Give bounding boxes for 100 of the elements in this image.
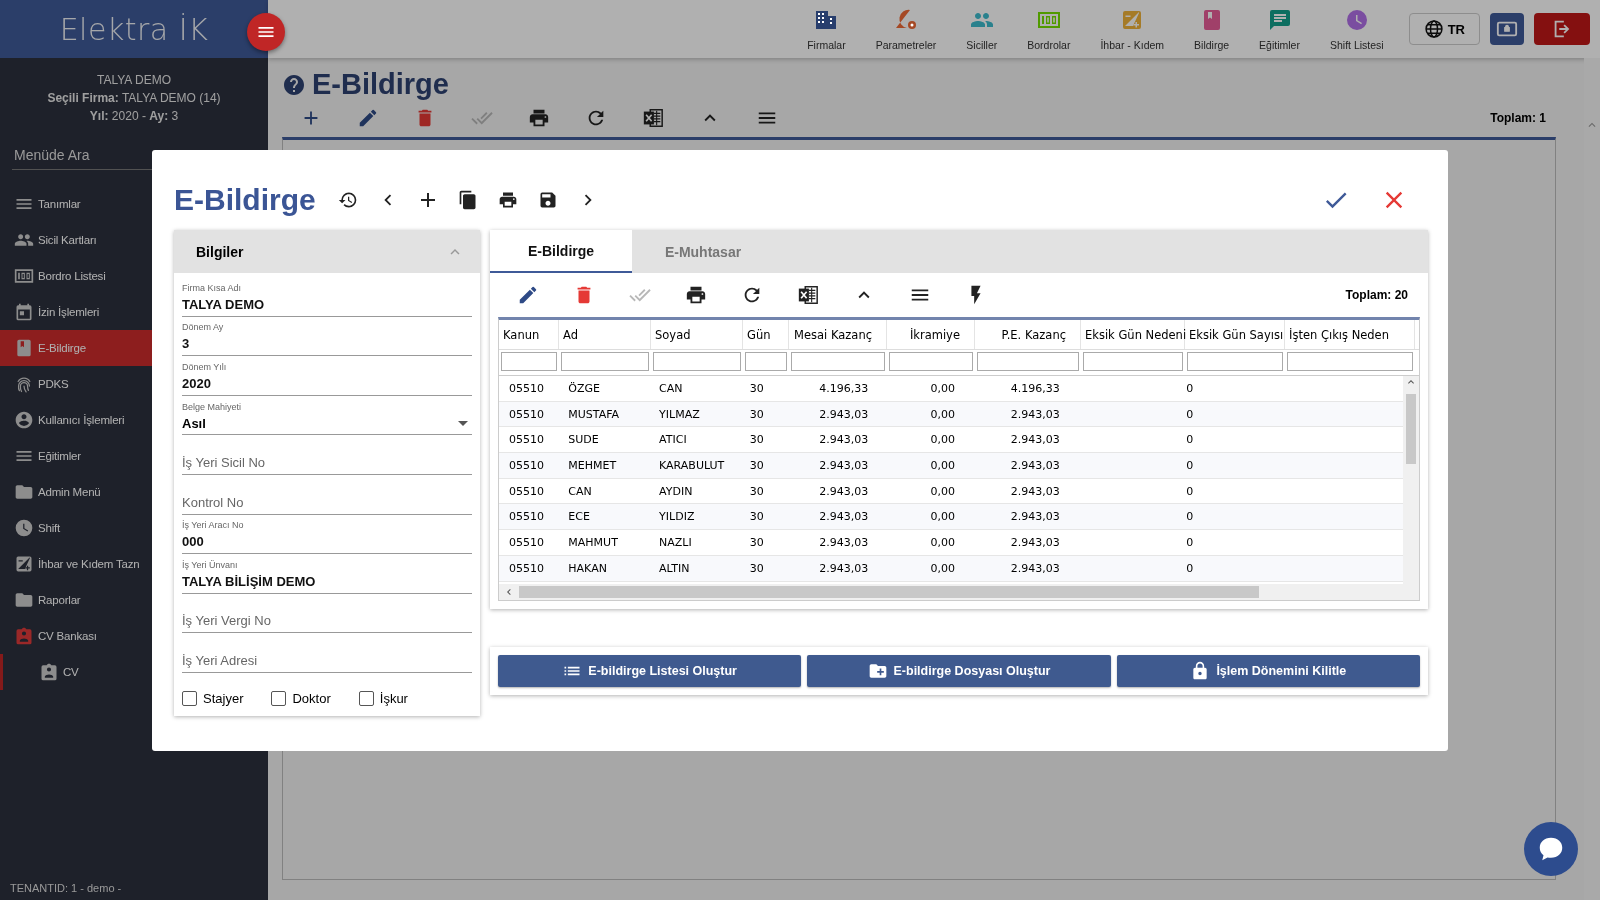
table-cell: 0 — [1186, 535, 1194, 549]
filter-field[interactable] — [791, 352, 885, 371]
checkbox[interactable] — [271, 690, 287, 706]
nav-item[interactable]: Bildirge — [1179, 7, 1245, 51]
action-button[interactable]: İşlem Dönemini Kilitle — [1116, 655, 1420, 687]
select-field[interactable]: Asıl — [182, 414, 472, 436]
table-cell: 0 — [1186, 510, 1194, 524]
copy-icon[interactable] — [457, 190, 478, 210]
nav-item[interactable]: Firmalar — [792, 7, 861, 51]
table-cell: 2.943,03 — [1010, 510, 1060, 524]
nav-item[interactable]: Eğitimler — [1244, 7, 1315, 51]
input-field[interactable]: İş Yeri Adresi — [182, 650, 472, 673]
table-cell: 0 — [1186, 484, 1194, 498]
badge-icon — [14, 626, 34, 646]
column-header[interactable]: Mesai Kazanç — [794, 327, 872, 342]
input-field[interactable]: 3 — [182, 334, 472, 357]
selected-company: Seçili Firma: TALYA DEMO (14) — [46, 90, 222, 107]
globe-icon — [1423, 19, 1444, 39]
filter-field[interactable] — [1083, 352, 1183, 371]
period-info: Yıl: 2020 - Ay: 3 — [88, 108, 180, 125]
calendar-icon — [14, 302, 34, 322]
horizontal-scrollbar[interactable] — [499, 584, 1419, 600]
chat-button[interactable] — [1524, 822, 1578, 876]
column-header[interactable]: İkramiye — [909, 327, 960, 342]
table-cell: 30 — [749, 510, 764, 524]
vertical-scrollbar[interactable] — [1403, 376, 1419, 584]
badge-icon — [39, 662, 59, 682]
table-cell: KARABULUT — [659, 458, 725, 472]
input-field[interactable]: İş Yeri Sicil No — [182, 452, 472, 475]
column-header[interactable]: Eksik Gün Nedeni — [1085, 327, 1187, 342]
table-cell: 30 — [749, 381, 764, 395]
spreadsheet-icon[interactable] — [641, 107, 664, 129]
print-icon[interactable] — [527, 107, 550, 129]
column-header[interactable]: Soyad — [655, 327, 691, 342]
filter-field[interactable] — [1287, 352, 1413, 371]
nav-item[interactable]: Bordrolar — [1012, 7, 1086, 51]
app-logo: Elektra İK — [59, 11, 209, 47]
column-header[interactable]: P.E. Kazanç — [1001, 327, 1066, 342]
tenant-info: TENANTID: 1 - demo - — [9, 882, 123, 896]
table-cell: YILDIZ — [659, 510, 695, 524]
action-button[interactable]: E-bildirge Dosyası Oluştur — [807, 655, 1111, 687]
column-header[interactable]: Kanun — [503, 327, 540, 342]
folder-icon — [14, 482, 34, 502]
checkbox[interactable] — [182, 690, 197, 706]
table-cell: ÖZGE — [568, 381, 600, 395]
checkbox[interactable] — [358, 690, 374, 706]
nav-item[interactable]: Parametreler — [860, 7, 952, 51]
column-header[interactable]: Ad — [563, 327, 578, 342]
filter-field[interactable] — [501, 352, 557, 371]
field-label: Dönem Ay — [182, 322, 225, 333]
spreadsheet-icon[interactable] — [797, 284, 819, 306]
scrollbar-thumb[interactable] — [519, 586, 1259, 598]
tab[interactable]: E-Bildirge — [490, 230, 632, 273]
filter-field[interactable] — [745, 352, 787, 371]
table-cell: HAKAN — [568, 561, 607, 575]
table-cell: 2.943,03 — [819, 484, 869, 498]
total-count: Toplam: 1 — [1490, 111, 1546, 125]
print-icon[interactable] — [685, 284, 707, 306]
filter-field[interactable] — [889, 352, 973, 371]
history-icon[interactable] — [337, 190, 358, 210]
table-cell: 0,00 — [930, 561, 956, 575]
table-cell: 0,00 — [930, 381, 956, 395]
column-header[interactable]: Gün — [747, 327, 771, 342]
filter-field[interactable] — [561, 352, 649, 371]
total-count: Toplam: 20 — [1345, 288, 1408, 302]
column-header[interactable]: Eksik Gün Sayısı — [1189, 327, 1284, 342]
table-cell: 0,00 — [930, 484, 956, 498]
table-cell: SUDE — [568, 433, 599, 447]
filter-field[interactable] — [977, 352, 1079, 371]
nav-item[interactable]: Siciller — [951, 7, 1013, 51]
panel-header[interactable]: Bilgiler — [174, 230, 480, 273]
action-button[interactable]: E-bildirge Listesi Oluştur — [498, 655, 802, 687]
edit-icon[interactable] — [517, 284, 539, 306]
input-field[interactable]: TALYA DEMO — [182, 294, 472, 317]
table-cell: 2.943,03 — [1010, 561, 1060, 575]
nav-item[interactable]: Shift Listesi — [1314, 7, 1399, 51]
input-field[interactable]: İş Yeri Vergi No — [182, 611, 472, 634]
table-cell: NAZLI — [659, 535, 692, 549]
table-cell: MUSTAFA — [568, 407, 620, 421]
table-cell: CAN — [659, 381, 683, 395]
table-cell: 05510 — [509, 433, 544, 447]
lock-screen-button[interactable] — [1490, 13, 1524, 45]
table-cell: 2.943,03 — [1010, 535, 1060, 549]
input-field[interactable]: 2020 — [182, 373, 472, 396]
table-cell: 30 — [749, 484, 764, 498]
scrollbar-thumb[interactable] — [1406, 394, 1416, 464]
input-field[interactable]: Kontrol No — [182, 492, 472, 515]
input-field[interactable]: 000 — [182, 532, 472, 555]
logout-button[interactable] — [1534, 13, 1590, 45]
table-cell: 05510 — [509, 381, 544, 395]
table-cell: ALTIN — [659, 561, 690, 575]
nav-item[interactable]: İhbar - Kıdem — [1085, 7, 1180, 51]
column-header[interactable]: İşten Çıkış Neden — [1289, 327, 1389, 342]
filter-field[interactable] — [653, 352, 741, 371]
print-icon[interactable] — [497, 190, 518, 210]
table-cell: 0,00 — [930, 510, 956, 524]
table-cell: 05510 — [509, 458, 544, 472]
input-field[interactable]: TALYA BİLİŞİM DEMO — [182, 571, 472, 594]
filter-field[interactable] — [1187, 352, 1283, 371]
language-button[interactable]: TR — [1408, 13, 1480, 45]
